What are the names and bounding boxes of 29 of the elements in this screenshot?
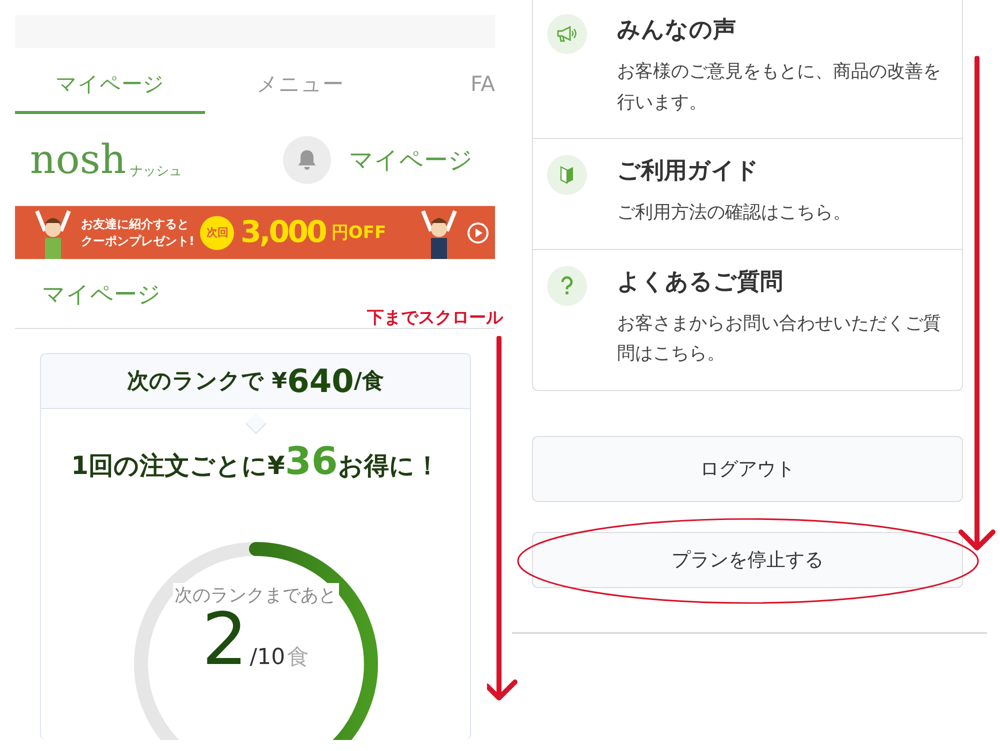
logo-subtitle: ナッシュ bbox=[130, 163, 182, 180]
menu-item-title: ご利用ガイド bbox=[617, 157, 760, 186]
banner-unit: 円OFF bbox=[331, 222, 386, 244]
annotation-text: 下までスクロール bbox=[367, 307, 503, 329]
menu-item-description: お客様のご意見をもとに、商品の改善を行います。 bbox=[617, 60, 942, 115]
menu-item-description: お客さまからお問い合わせいただくご質問はこちら。 bbox=[617, 312, 942, 366]
action-button[interactable]: プランを停止する bbox=[532, 532, 963, 588]
unit-label: 食 bbox=[287, 644, 310, 672]
play-icon[interactable] bbox=[467, 222, 489, 244]
bell-icon[interactable] bbox=[283, 136, 331, 184]
menu-item[interactable]: ご利用ガイド ご利用方法の確認はこちら。 bbox=[533, 139, 962, 250]
page-title: マイページ bbox=[349, 145, 473, 176]
beginner-mark-icon bbox=[547, 155, 587, 196]
menu-item-description: ご利用方法の確認はこちら。 bbox=[617, 201, 851, 226]
banner-text: クーポンプレゼント! bbox=[81, 232, 194, 249]
action-button[interactable]: ログアウト bbox=[532, 436, 963, 502]
banner-text: お友達に紹介すると bbox=[81, 216, 190, 232]
menu-item-title: みんなの声 bbox=[617, 16, 737, 45]
menu-item[interactable]: よくあるご質問 お客さまからお問い合わせいただくご質問はこちら。 bbox=[533, 250, 962, 390]
total-count: /10 bbox=[250, 644, 286, 670]
menu-item[interactable]: みんなの声 お客様のご意見をもとに、商品の改善を行います。 bbox=[533, 0, 962, 140]
megaphone-icon bbox=[547, 14, 587, 54]
card-header: 次のランクで ¥640/食 bbox=[41, 354, 470, 409]
banner-amount: 3,000 bbox=[240, 215, 326, 250]
question-icon bbox=[547, 266, 587, 306]
banner-badge: 次回 bbox=[200, 216, 234, 250]
savings-message: 1回の注文ごとに¥36お得に！ bbox=[71, 438, 440, 483]
menu-item-title: よくあるご質問 bbox=[617, 268, 784, 297]
gauge-caption: 次のランクまであと bbox=[172, 582, 338, 607]
